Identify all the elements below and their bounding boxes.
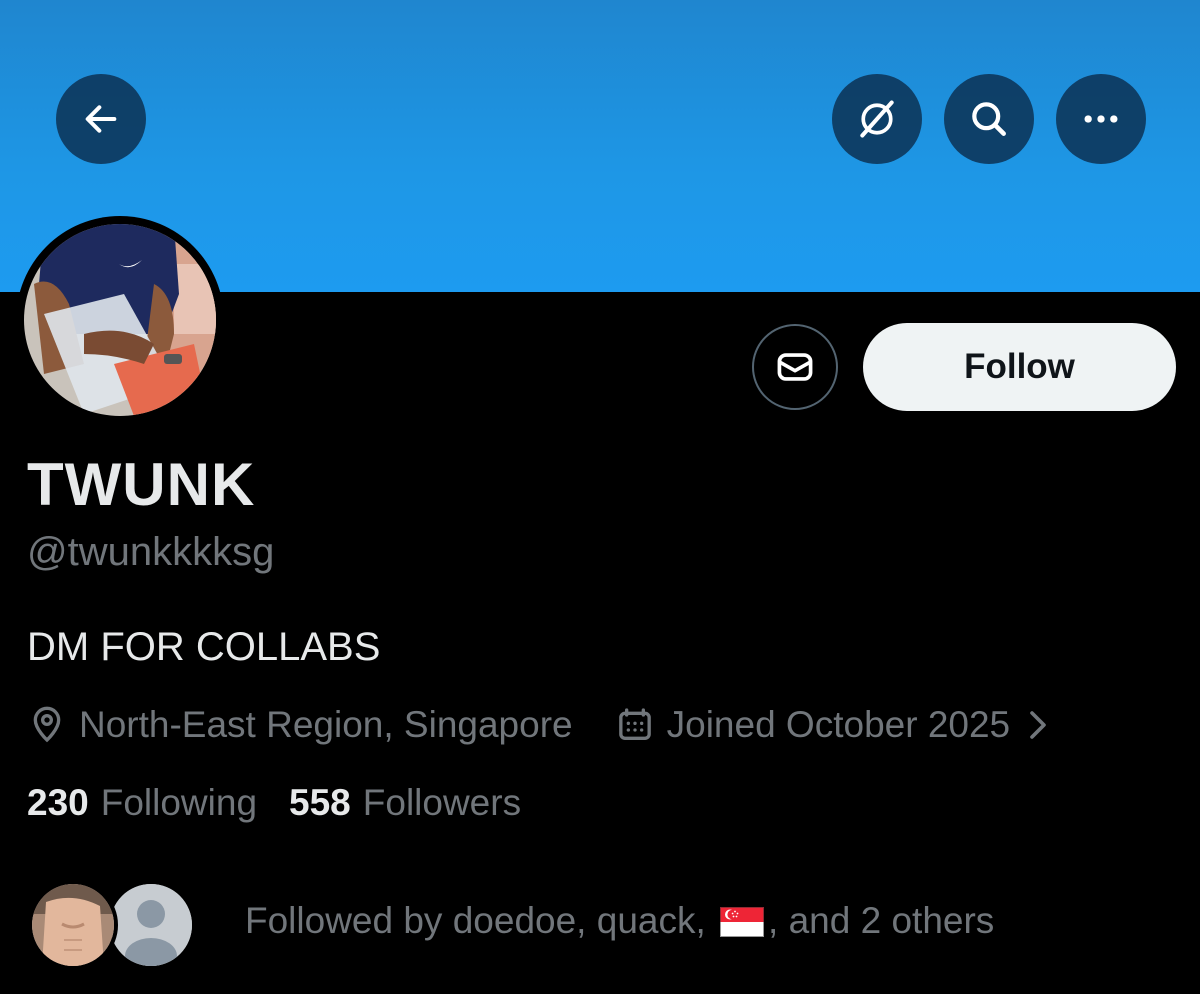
- profile-bio: DM FOR COLLABS: [27, 625, 381, 669]
- following-label: Following: [100, 782, 258, 823]
- followers-label: Followers: [362, 782, 522, 823]
- profile-handle: @twunkkkksg: [27, 530, 275, 574]
- profile-stats: 230 Following 558 Followers: [27, 782, 521, 824]
- envelope-icon: [777, 353, 813, 381]
- chevron-right-icon[interactable]: [1024, 707, 1052, 743]
- message-button[interactable]: [752, 324, 838, 410]
- profile-avatar-frame: [16, 216, 224, 424]
- calendar-icon: [615, 705, 655, 745]
- location-pin-icon: [27, 705, 67, 745]
- following-count: 230: [27, 782, 89, 823]
- avatar-photo: [24, 224, 216, 416]
- search-button[interactable]: [944, 74, 1034, 164]
- following-stat[interactable]: 230 Following: [27, 782, 257, 824]
- followed-by-prefix: Followed by doedoe, quack,: [245, 900, 717, 941]
- singapore-flag-icon: [720, 904, 765, 938]
- display-name: TWUNK: [27, 451, 256, 518]
- followers-count: 558: [289, 782, 351, 823]
- profile-meta: North-East Region, Singapore Joined Octo…: [27, 700, 1052, 750]
- more-horizontal-icon: [1084, 115, 1118, 123]
- followed-by-text[interactable]: Followed by doedoe, quack, , and 2 other…: [245, 900, 994, 942]
- avatar[interactable]: [24, 224, 216, 416]
- followers-stat[interactable]: 558 Followers: [289, 782, 521, 824]
- more-button[interactable]: [1056, 74, 1146, 164]
- follower-avatar-2: [106, 880, 196, 970]
- followed-by-suffix: , and 2 others: [768, 900, 995, 941]
- grok-icon: [860, 100, 894, 138]
- profile-joined-date[interactable]: Joined October 2025: [667, 704, 1011, 746]
- follower-avatar-1: [28, 880, 118, 970]
- arrow-left-icon: [85, 105, 117, 133]
- profile-location: North-East Region, Singapore: [79, 704, 573, 745]
- follow-button[interactable]: Follow: [863, 323, 1176, 411]
- back-button[interactable]: [56, 74, 146, 164]
- grok-button[interactable]: [832, 74, 922, 164]
- search-icon: [972, 102, 1006, 136]
